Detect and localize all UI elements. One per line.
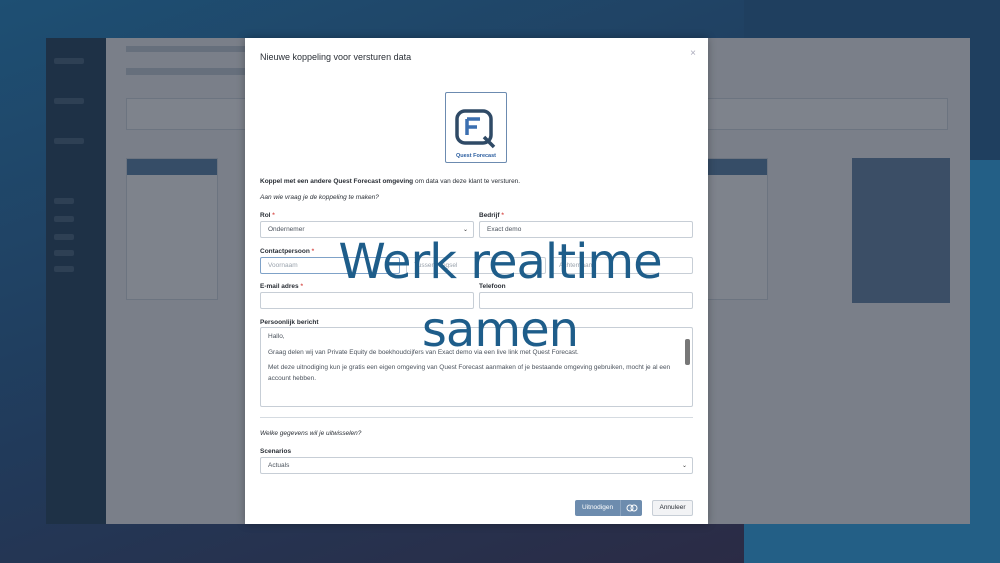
bedrijf-label: Bedrijf *: [479, 212, 504, 219]
invite-button[interactable]: Uitnodigen: [575, 500, 642, 516]
email-label: E-mail adres *: [260, 283, 304, 290]
intro-rest: om data van deze klant te versturen.: [413, 178, 521, 185]
scenarios-select[interactable]: Actuals ⌄: [260, 457, 693, 474]
quest-forecast-logo: Quest Forecast: [445, 92, 507, 163]
quest-forecast-logo-icon: [455, 109, 496, 149]
modal-title: Nieuwe koppeling voor versturen data: [260, 52, 412, 62]
scenarios-label: Scenarios: [260, 448, 292, 455]
headline-line-2: samen: [421, 302, 579, 358]
intro-text: Koppel met een andere Quest Forecast omg…: [260, 178, 520, 185]
toggle-icon[interactable]: [620, 500, 642, 516]
close-icon[interactable]: ×: [690, 48, 696, 59]
logo-caption: Quest Forecast: [455, 153, 497, 159]
rol-label: Rol *: [260, 212, 275, 219]
question-text: Aan wie vraag je de koppeling te maken?: [260, 194, 379, 201]
uitwisselen-question: Welke gegevens wil je uitwisselen?: [260, 430, 362, 437]
divider: [260, 417, 693, 418]
cancel-button[interactable]: Annuleer: [652, 500, 693, 516]
headline-overlay: Werk realtime samen: [300, 228, 700, 364]
chevron-down-icon: ⌄: [681, 463, 687, 469]
bericht-line: Met deze uitnodiging kun je gratis een e…: [268, 364, 671, 382]
intro-bold: Koppel met een andere Quest Forecast omg…: [260, 178, 414, 185]
headline-line-1: Werk realtime: [338, 234, 662, 290]
